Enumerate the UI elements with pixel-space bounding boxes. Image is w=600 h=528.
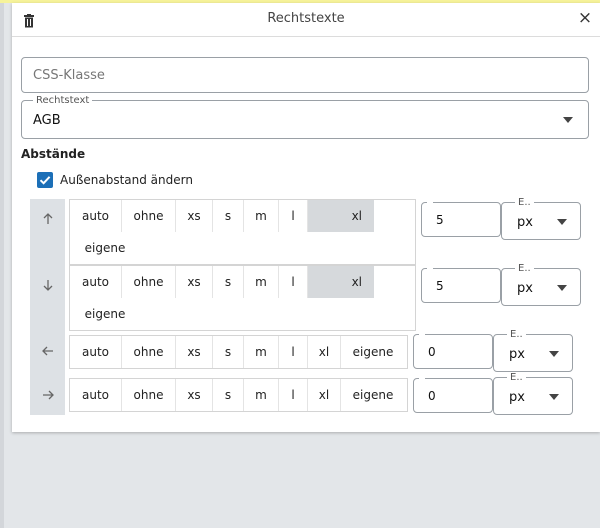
- option-auto[interactable]: auto: [70, 200, 122, 232]
- option-s[interactable]: s: [213, 336, 244, 368]
- option-xs[interactable]: xs: [176, 379, 213, 411]
- rechtstexte-dialog: Rechtstexte × Rechtstext AGB Abstände Au…: [12, 3, 600, 432]
- value-label-notch: [427, 197, 433, 205]
- spacing-group-top: auto ohne xs s m l xl eigene: [69, 199, 416, 265]
- spacing-value-right-text: 0: [428, 389, 436, 403]
- arrow-down-icon: [41, 277, 55, 291]
- chevron-down-icon: [549, 394, 559, 400]
- spacing-options-left: auto ohne xs s m l xl eigene: [70, 336, 405, 368]
- spacing-group-bottom: auto ohne xs s m l xl eigene: [69, 265, 416, 331]
- rechtstext-label: Rechtstext: [33, 95, 93, 106]
- chevron-down-icon: [557, 219, 567, 225]
- option-m[interactable]: m: [244, 379, 279, 411]
- dialog-titlebar: Rechtstexte ×: [12, 3, 600, 37]
- abstaende-heading: Abstände: [21, 147, 86, 161]
- close-icon[interactable]: ×: [576, 9, 594, 27]
- option-s[interactable]: s: [213, 266, 244, 298]
- spacing-options-bottom: auto ohne xs s m l xl: [70, 266, 374, 298]
- spacing-group-right: auto ohne xs s m l xl eigene: [69, 378, 408, 412]
- css-class-input[interactable]: [31, 59, 575, 91]
- unit-select-bottom[interactable]: E.. px: [501, 263, 581, 306]
- unit-value-right: px: [509, 390, 525, 405]
- option-ohne[interactable]: ohne: [122, 266, 176, 298]
- unit-label: E..: [515, 263, 534, 274]
- option-xs[interactable]: xs: [176, 266, 213, 298]
- spacing-value-right[interactable]: 0: [413, 373, 493, 413]
- option-l[interactable]: l: [279, 200, 308, 232]
- spacing-value-bottom[interactable]: 5: [421, 263, 501, 303]
- aussenabstand-checkbox[interactable]: [37, 172, 53, 188]
- spacing-value-top-text: 5: [436, 213, 444, 227]
- option-s[interactable]: s: [213, 200, 244, 232]
- option-xs[interactable]: xs: [176, 336, 213, 368]
- option-ohne[interactable]: ohne: [122, 336, 176, 368]
- arrow-up-icon: [41, 211, 55, 225]
- option-l[interactable]: l: [279, 336, 308, 368]
- unit-value-top: px: [517, 215, 533, 230]
- spacing-value-bottom-text: 5: [436, 279, 444, 293]
- css-class-field[interactable]: [21, 57, 589, 93]
- option-xl-selected[interactable]: xl: [308, 266, 374, 298]
- option-xl[interactable]: xl: [308, 379, 341, 411]
- direction-strip: [30, 199, 65, 415]
- unit-label: E..: [507, 329, 526, 340]
- option-xs[interactable]: xs: [176, 200, 213, 232]
- option-s[interactable]: s: [213, 379, 244, 411]
- option-eigene[interactable]: eigene: [341, 379, 405, 411]
- unit-value-bottom: px: [517, 281, 533, 296]
- option-eigene[interactable]: eigene: [70, 232, 140, 264]
- rechtstext-value: AGB: [33, 113, 61, 128]
- option-eigene[interactable]: eigene: [341, 336, 405, 368]
- value-label-notch: [419, 329, 425, 337]
- arrow-right-icon: [41, 387, 55, 401]
- spacing-options-top: auto ohne xs s m l xl: [70, 200, 374, 232]
- aussenabstand-label: Außenabstand ändern: [60, 173, 193, 187]
- chevron-down-icon: [557, 285, 567, 291]
- spacing-options-right: auto ohne xs s m l xl eigene: [70, 379, 405, 411]
- option-xl-selected[interactable]: xl: [308, 200, 374, 232]
- option-l[interactable]: l: [279, 266, 308, 298]
- option-xl[interactable]: xl: [308, 336, 341, 368]
- unit-select-right[interactable]: E.. px: [493, 372, 573, 415]
- unit-select-left[interactable]: E.. px: [493, 329, 573, 372]
- rechtstext-select[interactable]: Rechtstext AGB: [21, 95, 589, 139]
- value-label-notch: [427, 263, 433, 271]
- option-auto[interactable]: auto: [70, 266, 122, 298]
- spacing-value-left[interactable]: 0: [413, 329, 493, 369]
- spacing-value-top[interactable]: 5: [421, 197, 501, 237]
- unit-value-left: px: [509, 347, 525, 362]
- value-label-notch: [419, 373, 425, 381]
- option-m[interactable]: m: [244, 200, 279, 232]
- spacing-value-left-text: 0: [428, 345, 436, 359]
- unit-label: E..: [515, 197, 534, 208]
- chevron-down-icon: [563, 117, 573, 123]
- option-auto[interactable]: auto: [70, 336, 122, 368]
- option-ohne[interactable]: ohne: [122, 379, 176, 411]
- option-auto[interactable]: auto: [70, 379, 122, 411]
- dialog-title: Rechtstexte: [267, 11, 345, 26]
- spacing-group-left: auto ohne xs s m l xl eigene: [69, 335, 408, 369]
- option-m[interactable]: m: [244, 266, 279, 298]
- unit-label: E..: [507, 372, 526, 383]
- arrow-left-icon: [41, 343, 55, 357]
- option-ohne[interactable]: ohne: [122, 200, 176, 232]
- left-gutter: [0, 3, 4, 528]
- option-eigene[interactable]: eigene: [70, 298, 140, 330]
- option-m[interactable]: m: [244, 336, 279, 368]
- chevron-down-icon: [549, 351, 559, 357]
- option-l[interactable]: l: [279, 379, 308, 411]
- unit-select-top[interactable]: E.. px: [501, 197, 581, 240]
